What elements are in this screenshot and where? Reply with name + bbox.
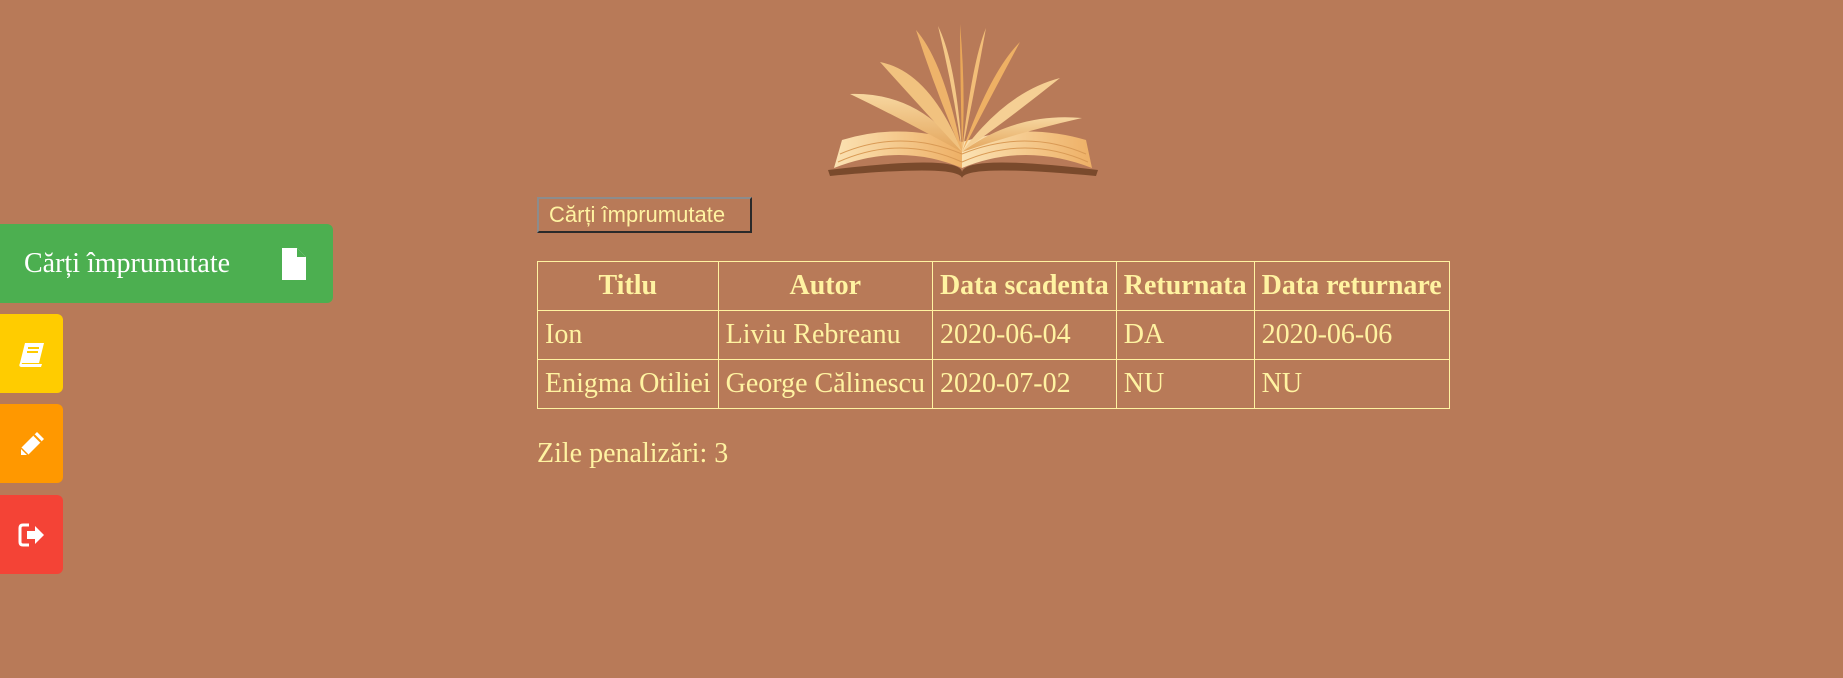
nav-borrowed-books[interactable]: Cărți împrumutate <box>0 224 333 303</box>
cell-due-date: 2020-06-04 <box>931 310 1117 360</box>
cell-author: Liviu Rebreanu <box>717 310 933 360</box>
table-row: Ion Liviu Rebreanu 2020-06-04 DA 2020-06… <box>537 310 1450 360</box>
cell-returned: NU <box>1115 359 1255 409</box>
cell-returned: DA <box>1115 310 1255 360</box>
cell-return-date: NU <box>1253 359 1450 409</box>
page: Cărți împrumutate Cărți împrumutate Titl… <box>0 0 1843 678</box>
table-row: Enigma Otiliei George Călinescu 2020-07-… <box>537 359 1450 409</box>
pencil-icon <box>19 431 44 456</box>
column-header-return-date: Data returnare <box>1253 261 1450 311</box>
nav-edit[interactable] <box>0 404 63 483</box>
borrowed-books-button[interactable]: Cărți împrumutate <box>537 197 752 233</box>
book-icon <box>18 342 44 367</box>
borrowed-books-table: Titlu Autor Data scadenta Returnata Data… <box>537 261 1450 409</box>
nav-books[interactable] <box>0 314 63 393</box>
column-header-author: Autor <box>717 261 933 311</box>
column-header-returned: Returnata <box>1115 261 1255 311</box>
cell-title: Enigma Otiliei <box>537 359 719 409</box>
cell-due-date: 2020-07-02 <box>931 359 1117 409</box>
sign-out-icon <box>18 523 44 546</box>
cell-author: George Călinescu <box>717 359 933 409</box>
nav-logout[interactable] <box>0 495 63 574</box>
open-book-illustration <box>828 24 1098 178</box>
cell-return-date: 2020-06-06 <box>1253 310 1450 360</box>
column-header-due-date: Data scadenta <box>931 261 1117 311</box>
table-header-row: Titlu Autor Data scadenta Returnata Data… <box>537 261 1450 311</box>
cell-title: Ion <box>537 310 719 360</box>
nav-borrowed-books-label: Cărți împrumutate <box>24 247 231 279</box>
column-header-title: Titlu <box>537 261 719 311</box>
document-icon <box>282 247 306 280</box>
penalty-days-text: Zile penalizări: 3 <box>537 438 729 469</box>
